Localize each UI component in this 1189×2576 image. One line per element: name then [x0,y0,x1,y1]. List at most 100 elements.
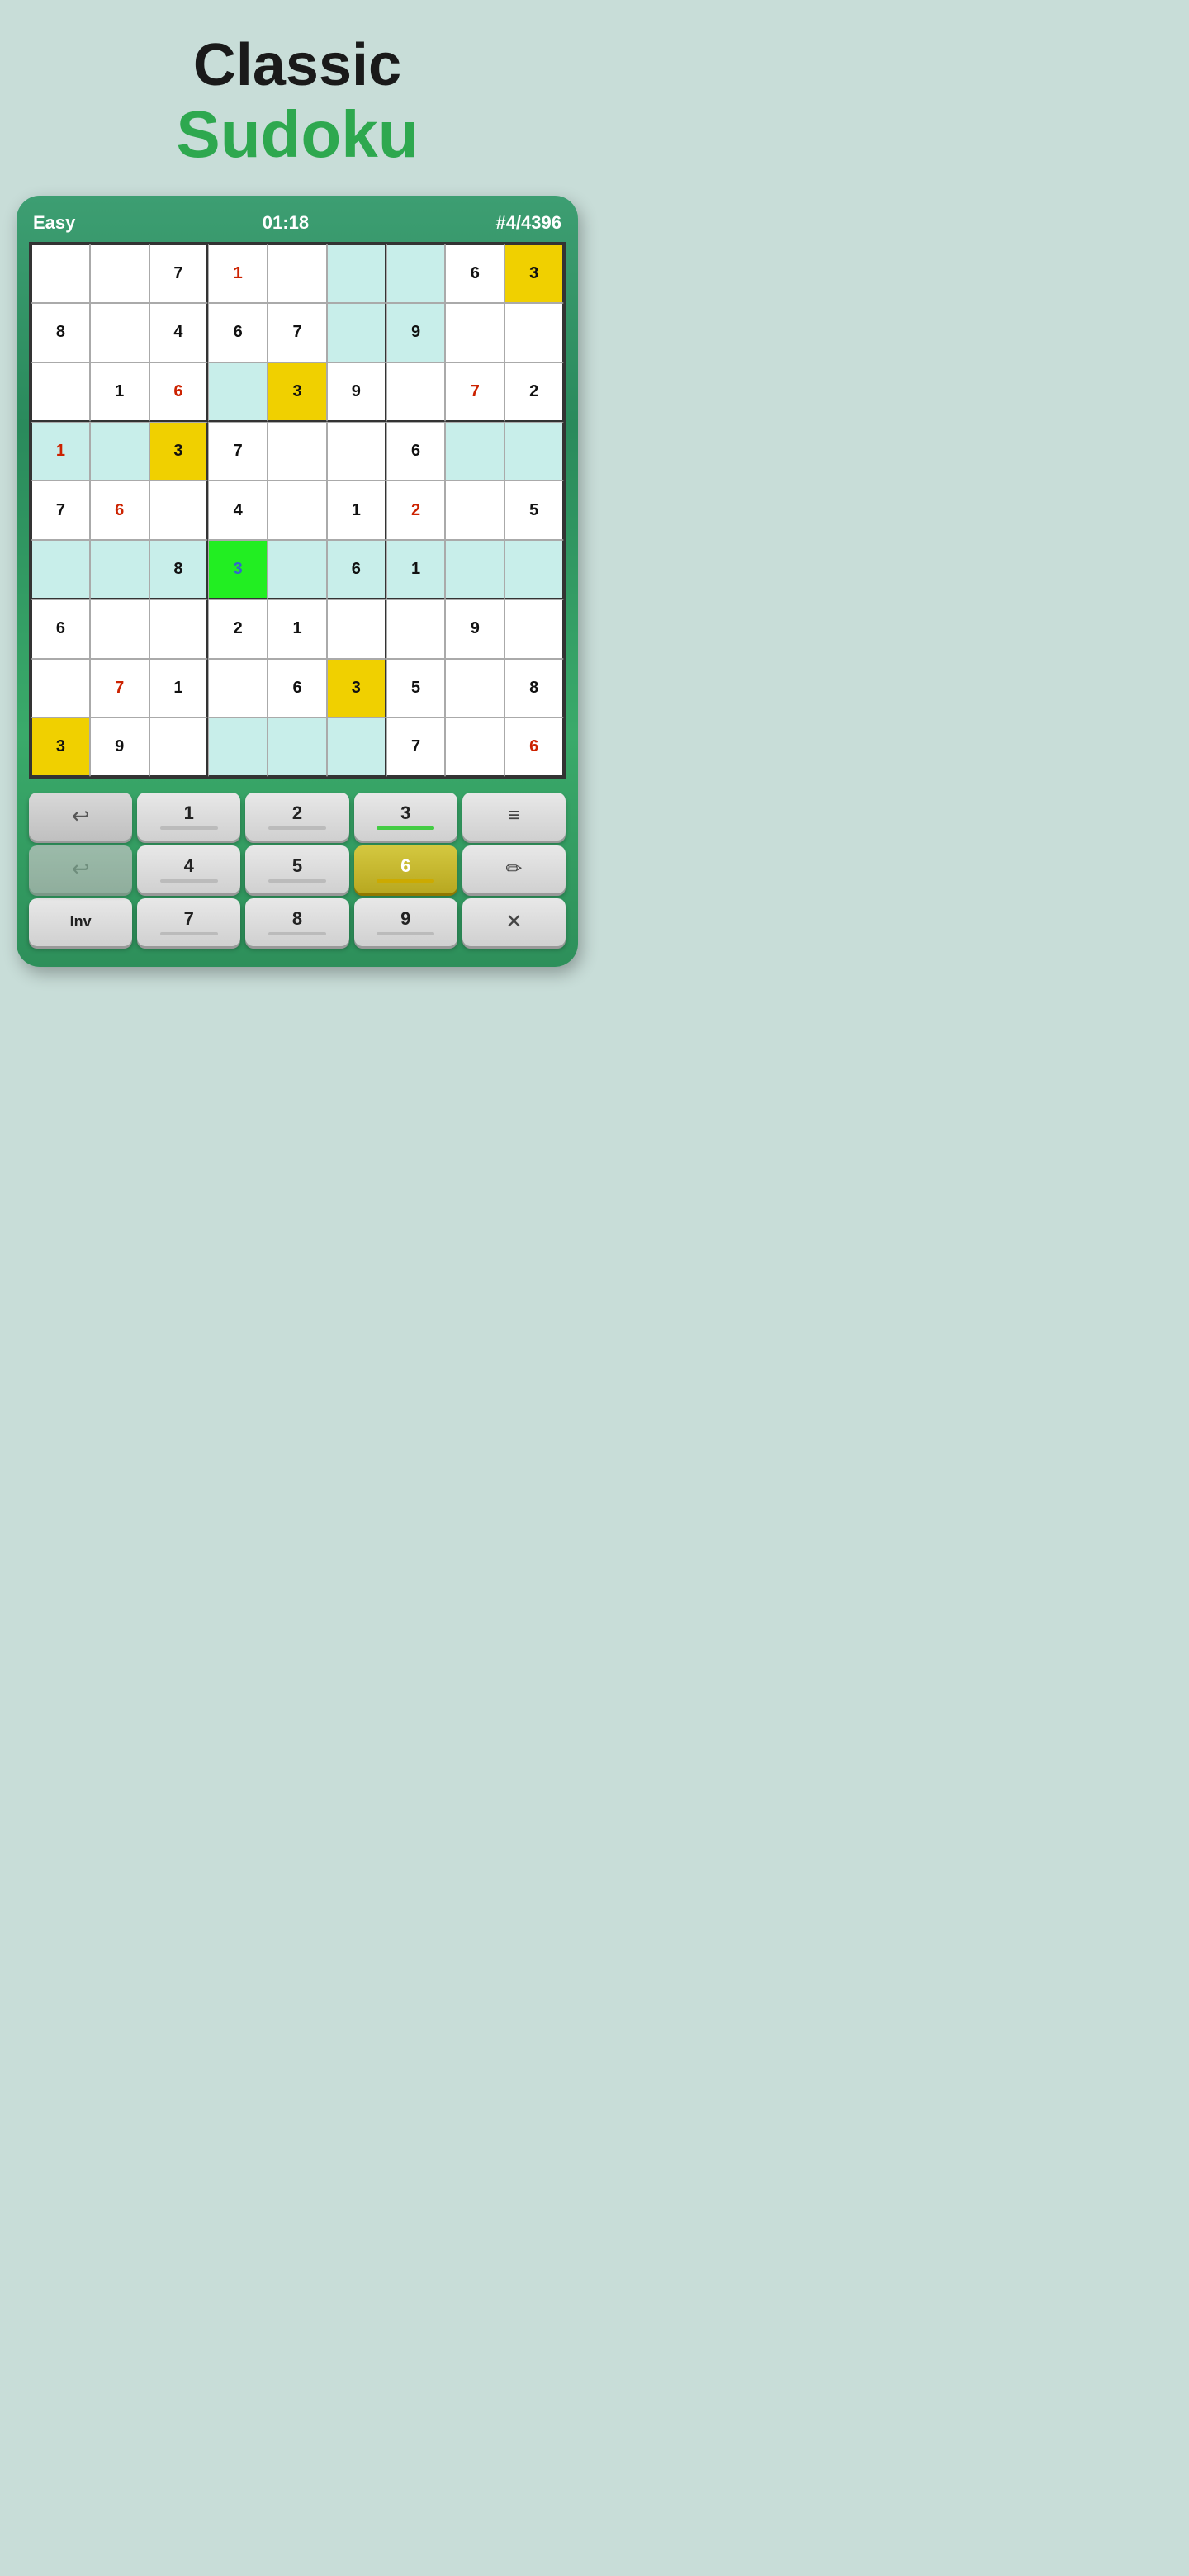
cell-r2-c5[interactable]: 9 [327,362,386,422]
cell-r3-c8[interactable] [504,422,564,481]
cell-r5-c4[interactable] [268,540,327,599]
key-number-2[interactable]: 2 [245,793,348,841]
cell-r8-c0[interactable]: 3 [31,717,90,777]
cell-r5-c2[interactable]: 8 [149,540,209,599]
cell-r6-c6[interactable] [386,599,446,659]
key-menu[interactable]: ≡ [462,793,566,841]
key-number-1[interactable]: 1 [137,793,240,841]
cell-r6-c2[interactable] [149,599,209,659]
cell-r0-c5[interactable] [327,244,386,303]
cell-r0-c1[interactable] [90,244,149,303]
cell-r2-c8[interactable]: 2 [504,362,564,422]
cell-r3-c2[interactable]: 3 [149,422,209,481]
cell-r7-c6[interactable]: 5 [386,659,446,718]
cell-r5-c3[interactable]: 3 [208,540,268,599]
cell-r4-c8[interactable]: 5 [504,481,564,540]
cell-r1-c3[interactable]: 6 [208,303,268,362]
cell-r0-c3[interactable]: 1 [208,244,268,303]
cell-r3-c5[interactable] [327,422,386,481]
cell-r2-c0[interactable] [31,362,90,422]
cell-r0-c0[interactable] [31,244,90,303]
cell-r0-c6[interactable] [386,244,446,303]
cell-r5-c1[interactable] [90,540,149,599]
cell-r4-c2[interactable] [149,481,209,540]
key-inv[interactable]: Inv [29,898,132,946]
cell-r6-c7[interactable]: 9 [445,599,504,659]
key-clear[interactable]: ✕ [462,898,566,946]
cell-r1-c5[interactable] [327,303,386,362]
cell-r1-c4[interactable]: 7 [268,303,327,362]
cell-r4-c1[interactable]: 6 [90,481,149,540]
cell-r2-c2[interactable]: 6 [149,362,209,422]
cell-r3-c7[interactable] [445,422,504,481]
cell-r8-c3[interactable] [208,717,268,777]
cell-r6-c8[interactable] [504,599,564,659]
cell-r7-c2[interactable]: 1 [149,659,209,718]
cell-r2-c6[interactable] [386,362,446,422]
key-number-7[interactable]: 7 [137,898,240,946]
cell-r5-c5[interactable]: 6 [327,540,386,599]
cell-r8-c7[interactable] [445,717,504,777]
cell-r7-c4[interactable]: 6 [268,659,327,718]
cell-r2-c7[interactable]: 7 [445,362,504,422]
cell-r1-c7[interactable] [445,303,504,362]
cell-r7-c1[interactable]: 7 [90,659,149,718]
cell-r7-c7[interactable] [445,659,504,718]
cell-r1-c8[interactable] [504,303,564,362]
key-undo-inactive[interactable]: ↩ [29,845,132,893]
key-pencil[interactable]: ✏ [462,845,566,893]
cell-r6-c4[interactable]: 1 [268,599,327,659]
cell-r8-c2[interactable] [149,717,209,777]
cell-r6-c3[interactable]: 2 [208,599,268,659]
key-number-9[interactable]: 9 [354,898,457,946]
key-number-4[interactable]: 4 [137,845,240,893]
cell-r0-c4[interactable] [268,244,327,303]
cell-r8-c4[interactable] [268,717,327,777]
cell-r8-c5[interactable] [327,717,386,777]
cell-r1-c1[interactable] [90,303,149,362]
cell-r0-c7[interactable]: 6 [445,244,504,303]
cell-r2-c3[interactable] [208,362,268,422]
cell-r5-c6[interactable]: 1 [386,540,446,599]
keypad[interactable]: ↩123≡ ↩ 4 5 6✏ Inv789✕ [29,788,566,950]
key-undo-active[interactable]: ↩ [29,793,132,841]
cell-r7-c3[interactable] [208,659,268,718]
key-number-5[interactable]: 5 [245,845,348,893]
cell-r3-c0[interactable]: 1 [31,422,90,481]
cell-r3-c1[interactable] [90,422,149,481]
cell-r7-c8[interactable]: 8 [504,659,564,718]
cell-r0-c8[interactable]: 3 [504,244,564,303]
cell-r5-c7[interactable] [445,540,504,599]
cell-r3-c4[interactable] [268,422,327,481]
key-number-8[interactable]: 8 [245,898,348,946]
cell-r3-c3[interactable]: 7 [208,422,268,481]
cell-r4-c4[interactable] [268,481,327,540]
key-number-label-4: 4 [184,855,194,877]
cell-r4-c3[interactable]: 4 [208,481,268,540]
key-number-6[interactable]: 6 [354,845,457,893]
cell-r6-c5[interactable] [327,599,386,659]
cell-r7-c0[interactable] [31,659,90,718]
cell-r6-c1[interactable] [90,599,149,659]
cell-r1-c6[interactable]: 9 [386,303,446,362]
sudoku-grid[interactable]: 7163846791639721376764125836162197163583… [31,244,564,777]
cell-r5-c0[interactable] [31,540,90,599]
cell-r8-c8[interactable]: 6 [504,717,564,777]
cell-r2-c1[interactable]: 1 [90,362,149,422]
cell-r1-c2[interactable]: 4 [149,303,209,362]
cell-r1-c0[interactable]: 8 [31,303,90,362]
cell-r6-c0[interactable]: 6 [31,599,90,659]
cell-r2-c4[interactable]: 3 [268,362,327,422]
cell-r8-c6[interactable]: 7 [386,717,446,777]
key-number-label-5: 5 [292,855,302,877]
cell-r5-c8[interactable] [504,540,564,599]
cell-r0-c2[interactable]: 7 [149,244,209,303]
cell-r4-c7[interactable] [445,481,504,540]
cell-r8-c1[interactable]: 9 [90,717,149,777]
cell-r4-c5[interactable]: 1 [327,481,386,540]
cell-r3-c6[interactable]: 6 [386,422,446,481]
cell-r7-c5[interactable]: 3 [327,659,386,718]
cell-r4-c6[interactable]: 2 [386,481,446,540]
cell-r4-c0[interactable]: 7 [31,481,90,540]
key-number-3[interactable]: 3 [354,793,457,841]
